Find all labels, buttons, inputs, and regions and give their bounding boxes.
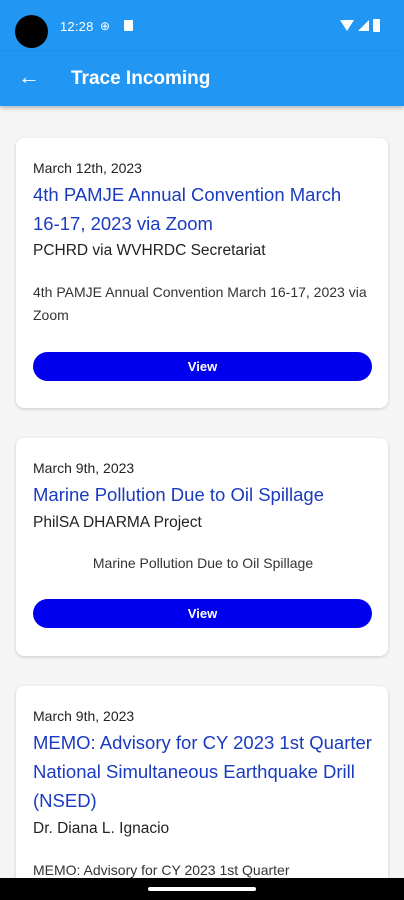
globe-icon: ⊕ (100, 19, 111, 33)
view-button[interactable]: View (33, 599, 372, 628)
signal-icon (358, 19, 369, 31)
trace-list[interactable]: March 12th, 2023 4th PAMJE Annual Conven… (0, 106, 404, 878)
card-sender: PCHRD via WVHRDC Secretariat (33, 242, 266, 259)
status-bar: 12:28 ⊕ (0, 0, 404, 52)
card-date: March 12th, 2023 (33, 160, 142, 176)
card-description: 4th PAMJE Annual Convention March 16-17,… (33, 284, 367, 323)
wifi-icon (340, 19, 354, 31)
sim-card-icon (124, 20, 133, 31)
page-title: Trace Incoming (71, 68, 211, 89)
card-sender: PhilSA DHARMA Project (33, 514, 202, 531)
card-date: March 9th, 2023 (33, 460, 135, 476)
card-title[interactable]: 4th PAMJE Annual Convention March 16-17,… (33, 180, 373, 238)
card-title[interactable]: Marine Pollution Due to Oil Spillage (33, 480, 373, 509)
card-title[interactable]: MEMO: Advisory for CY 2023 1st Quarter N… (33, 728, 373, 815)
app-bar: ← Trace Incoming (0, 52, 404, 106)
battery-icon (373, 18, 380, 32)
view-button[interactable]: View (33, 352, 372, 381)
document-card[interactable]: March 12th, 2023 4th PAMJE Annual Conven… (16, 138, 388, 408)
document-card[interactable]: March 9th, 2023 Marine Pollution Due to … (16, 438, 388, 656)
home-gesture-handle[interactable] (148, 887, 256, 891)
system-icons (340, 18, 380, 32)
card-sender: Dr. Diana L. Ignacio (33, 820, 170, 837)
camera-cutout (15, 15, 48, 48)
card-description: Marine Pollution Due to Oil Spillage (92, 555, 314, 571)
document-card[interactable]: March 9th, 2023 MEMO: Advisory for CY 20… (16, 686, 388, 878)
clock: 12:28 (60, 19, 94, 34)
back-arrow-icon[interactable]: ← (16, 64, 42, 90)
card-date: March 9th, 2023 (33, 708, 135, 724)
card-description: MEMO: Advisory for CY 2023 1st Quarter (33, 862, 290, 878)
